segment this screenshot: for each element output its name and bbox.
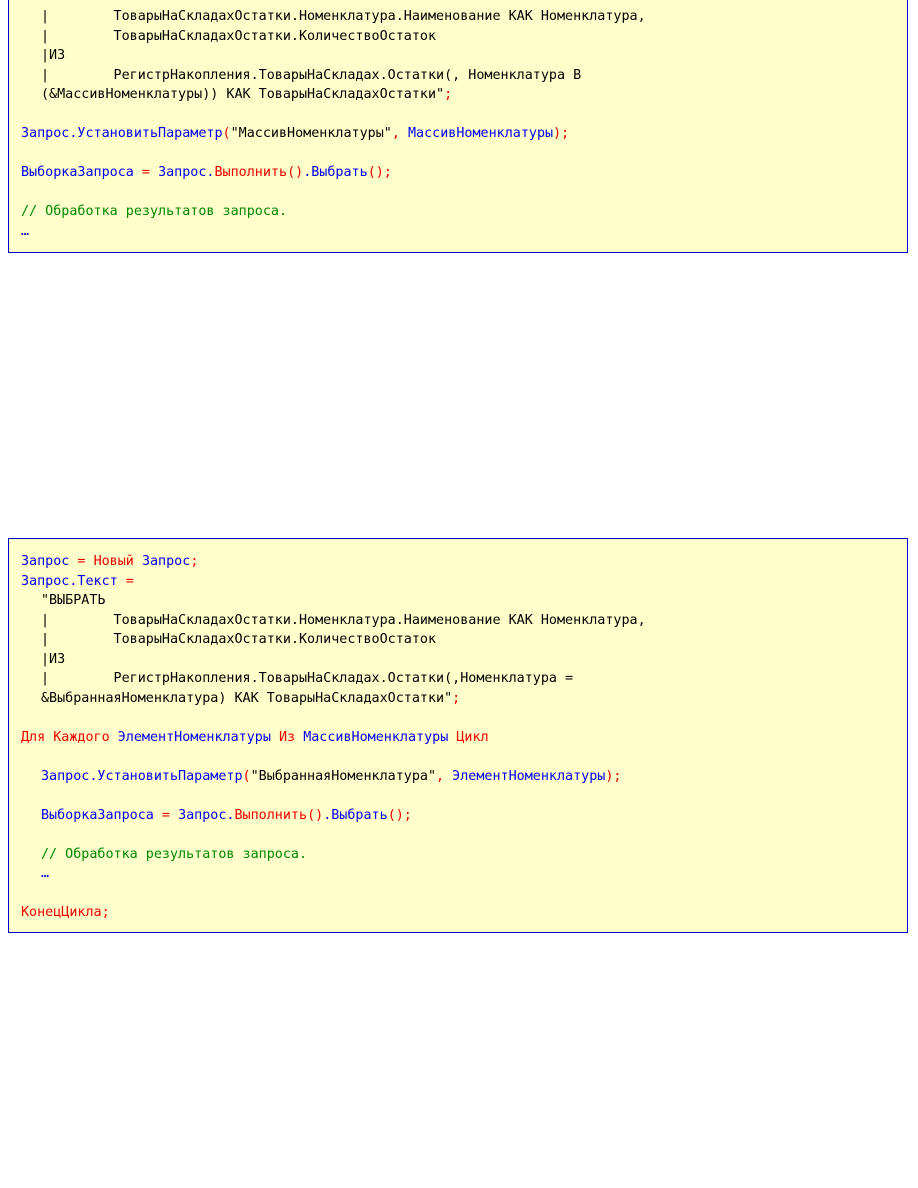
code-identifier: Запрос. [158,165,215,180]
code-ellipsis: … [41,866,50,881]
code-identifier: ВыборкаЗапроса [21,165,134,180]
code-identifier: Запрос.УстановитьПараметр [21,126,223,141]
code-line: | ТоварыНаСкладахОстатки.КоличествоОстат… [21,27,907,47]
code-punct: = [133,165,159,180]
code-line: (&МассивНоменклатуры)) КАК ТоварыНаСклад… [21,85,907,105]
code-identifier: МассивНоменклатуры [303,729,449,745]
code-text: | [41,632,50,647]
code-punct: ); [605,768,622,784]
code-line: | ТоварыНаСкладахОстатки.Номенклатура.На… [21,611,907,631]
code-keyword: Цикл [456,729,489,745]
code-punct: (); [387,807,412,823]
code-line: | РегистрНакопления.ТоварыНаСкладах.Оста… [21,669,907,689]
code-line: "ВЫБРАТЬ [21,591,907,611]
code-text: | [41,9,50,24]
code-line: |ИЗ [21,46,907,66]
code-text: | [41,28,50,44]
code-punct: , [436,768,453,784]
code-line: // Обработка результатов запроса. [21,845,907,865]
code-punct: ); [553,126,570,141]
code-block-array-parameter: | ТоварыНаСкладахОстатки.Номенклатура.На… [8,0,908,253]
code-text: &ВыбраннаяНоменклатура) КАК ТоварыНаСкла… [41,690,453,706]
code-punct: = [117,573,134,589]
code-identifier: Запрос.УстановитьПараметр [41,768,243,784]
code-punct: ; [452,690,461,706]
code-line: КонецЦикла; [21,903,907,923]
code-keyword: Из [279,729,296,745]
code-identifier: ВыборкаЗапроса [41,807,154,823]
code-identifier: МассивНоменклатуры [407,126,554,141]
code-text: ТоварыНаСкладахОстатки.Номенклатура.Наим… [49,612,646,628]
code-punct: (); [367,165,392,180]
code-keyword: Выполнить [234,807,308,823]
code-keyword: Для Каждого [21,729,110,745]
code-text: | [41,612,50,628]
code-text: РегистрНакопления.ТоварыНаСкладах.Остатк… [49,67,582,83]
code-punct: () [287,165,304,180]
code-line: Запрос.Текст = [21,572,907,592]
code-comment: // Обработка результатов запроса. [41,846,308,862]
code-ellipsis: … [21,223,30,239]
code-line: | РегистрНакопления.ТоварыНаСкладах.Оста… [21,66,907,86]
code-identifier: Запрос [141,554,191,569]
code-line: … [21,222,907,242]
code-punct: ( [222,126,231,141]
code-punct: , [391,126,408,141]
code-block-loop-parameter: Запрос = Новый Запрос; Запрос.Текст = "В… [8,538,908,933]
code-identifier: ЭлементНоменклатуры [117,729,271,745]
code-line: Запрос.УстановитьПараметр("ВыбраннаяНоме… [21,767,907,787]
code-string: "ВЫБРАТЬ [41,593,106,608]
code-identifier: Запрос [21,554,70,569]
code-string: "МассивНоменклатуры" [230,126,392,141]
code-punct: ( [242,768,251,784]
code-punct: () [307,807,324,823]
code-comment: // Обработка результатов запроса. [21,204,288,219]
code-string: "ВыбраннаяНоменклатура" [250,768,437,784]
code-identifier: Выбрать [311,165,368,180]
code-line: // Обработка результатов запроса. [21,202,907,222]
code-text: | [41,67,50,83]
code-text: ТоварыНаСкладахОстатки.КоличествоОстаток [49,28,437,44]
code-text: РегистрНакопления.ТоварыНаСкладах.Остатк… [49,671,574,686]
code-identifier: ЭлементНоменклатуры [452,768,606,784]
code-line: … [21,864,907,884]
code-text: ТоварыНаСкладахОстатки.Номенклатура.Наим… [49,9,646,24]
code-line: Запрос.УстановитьПараметр("МассивНоменкл… [21,124,907,144]
code-line: Запрос = Новый Запрос; [21,552,907,572]
code-line: Для Каждого ЭлементНоменклатуры Из Масси… [21,728,907,748]
code-line: | ТоварыНаСкладахОстатки.КоличествоОстат… [21,630,907,650]
code-text: |ИЗ [41,48,66,63]
code-line: ВыборкаЗапроса = Запрос.Выполнить().Выбр… [21,806,907,826]
code-identifier: Запрос. [178,807,235,823]
code-line: |ИЗ [21,650,907,670]
code-keyword: Выполнить [214,165,288,180]
code-text: | [41,671,50,686]
code-text: ТоварыНаСкладахОстатки.КоличествоОстаток [49,632,437,647]
code-line: ВыборкаЗапроса = Запрос.Выполнить().Выбр… [21,163,907,183]
code-line: | ТоварыНаСкладахОстатки.Номенклатура.На… [21,7,907,27]
code-punct: ; [444,87,453,102]
code-text: |ИЗ [41,651,66,667]
code-text: (&МассивНоменклатуры)) КАК ТоварыНаСклад… [41,87,445,102]
code-identifier: Выбрать [331,807,388,823]
code-keyword: КонецЦикла; [21,905,110,920]
code-punct: = [69,554,94,569]
code-identifier: Запрос.Текст [21,573,118,589]
code-punct: ; [190,554,199,569]
code-punct: = [153,807,179,823]
code-line: &ВыбраннаяНоменклатура) КАК ТоварыНаСкла… [21,689,907,709]
code-keyword: Новый [93,554,134,569]
